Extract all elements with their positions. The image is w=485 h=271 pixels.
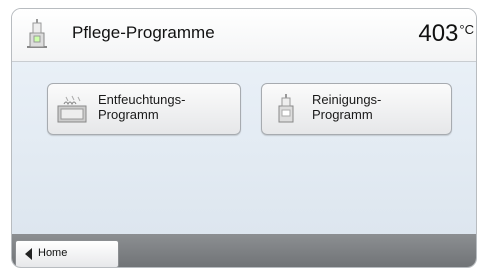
cleaning-program-button[interactable]: Reinigungs- Programm bbox=[261, 83, 452, 135]
home-label: Home bbox=[38, 247, 68, 259]
cleaning-program-icon bbox=[278, 94, 294, 123]
back-arrow-icon bbox=[25, 248, 32, 260]
dehumidify-program-button[interactable]: Entfeuchtungs- Programm bbox=[47, 83, 241, 135]
device-screen: Pflege-Programme 403°C Entfeuchtungs- Pr… bbox=[11, 8, 477, 268]
home-button[interactable]: Home bbox=[15, 240, 119, 267]
content-area: Entfeuchtungs- Programm Reinigungs- Prog… bbox=[12, 62, 476, 234]
furnace-icon bbox=[27, 19, 47, 48]
dehumidify-program-label: Entfeuchtungs- Programm bbox=[98, 92, 186, 122]
footer-bar: Home bbox=[12, 234, 476, 267]
temperature-value: 403 bbox=[418, 20, 459, 47]
header-bar: Pflege-Programme 403°C bbox=[12, 9, 476, 62]
page-title: Pflege-Programme bbox=[72, 23, 215, 42]
temperature-display: 403°C bbox=[418, 20, 474, 48]
cleaning-program-label: Reinigungs- Programm bbox=[312, 92, 382, 122]
dehumidify-program-icon bbox=[57, 95, 87, 123]
temperature-unit: °C bbox=[459, 22, 474, 37]
